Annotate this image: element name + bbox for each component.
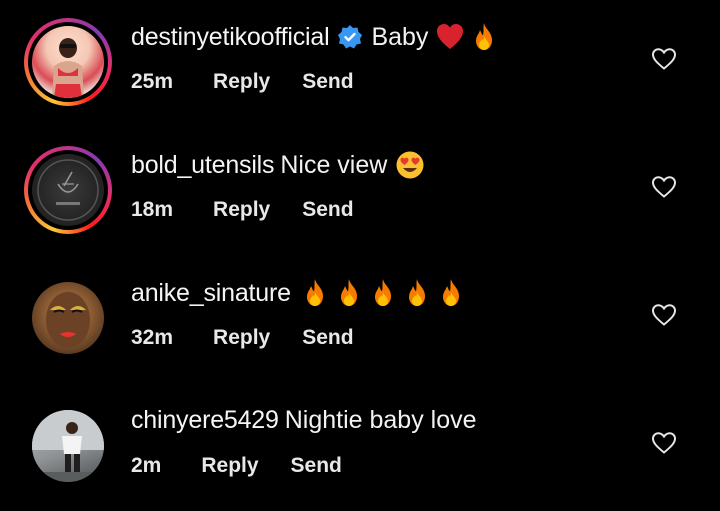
comment-timestamp: 18m [131, 198, 174, 221]
send-button[interactable]: Send [302, 70, 353, 94]
like-heart-icon[interactable] [651, 303, 677, 327]
comment-text: Nightie baby love [284, 406, 477, 434]
comment-text-line: bold_utensils Nice view [131, 150, 425, 180]
reply-button[interactable]: Reply [201, 454, 258, 478]
reply-button[interactable]: Reply [213, 326, 270, 350]
avatar-story-ring[interactable] [24, 18, 112, 106]
comment-text-line: destinyetikoofficial Baby [131, 22, 498, 52]
like-heart-icon[interactable] [651, 175, 677, 199]
comment-timestamp: 2m [131, 454, 162, 477]
heart-eyes-emoji-icon [396, 151, 424, 179]
comment-emojis [301, 278, 465, 308]
send-button[interactable]: Send [291, 454, 342, 478]
comment-meta: 2m Reply Send [131, 454, 342, 478]
send-button[interactable]: Send [302, 326, 353, 350]
comment-text-line: chinyere5429 Nightie baby love [131, 406, 477, 435]
avatar-logo [37, 159, 99, 221]
comment-text: Nice view [280, 150, 388, 179]
comment-username[interactable]: anike_sinature [131, 279, 291, 308]
avatar-wrap[interactable] [24, 274, 112, 362]
fire-emoji-icon [374, 279, 391, 306]
avatar-wrap[interactable] [24, 402, 112, 490]
comment-item: destinyetikoofficial Baby 25m Reply Send [0, 0, 720, 128]
avatar [32, 410, 104, 482]
comment-meta: 25m Reply Send [131, 70, 354, 94]
comment-username[interactable]: chinyere5429 [131, 406, 279, 435]
verified-badge-icon [337, 24, 363, 50]
comment-list: destinyetikoofficial Baby 25m Reply Send… [0, 0, 720, 511]
fire-emoji-icon [340, 279, 357, 306]
comment-meta: 18m Reply Send [131, 198, 354, 222]
avatar-photo [46, 292, 90, 348]
comment-emojis [436, 22, 498, 52]
avatar [32, 154, 104, 226]
avatar-photo [52, 38, 84, 98]
comment-text-line: anike_sinature [131, 278, 465, 308]
comment-username[interactable]: destinyetikoofficial [131, 23, 330, 52]
comment-username[interactable]: bold_utensils [131, 151, 275, 180]
fire-emoji-icon [306, 279, 323, 306]
reply-button[interactable]: Reply [213, 198, 270, 222]
comment-meta: 32m Reply Send [131, 326, 354, 350]
red-heart-emoji-icon [437, 24, 464, 49]
comment-timestamp: 32m [131, 326, 174, 349]
comment-emojis [395, 150, 425, 180]
comment-item: bold_utensils Nice view 18m Reply Send [0, 128, 720, 256]
like-heart-icon[interactable] [651, 431, 677, 455]
avatar-photo [32, 410, 104, 482]
fire-emoji-icon [408, 279, 425, 306]
fire-emoji-icon [476, 23, 493, 50]
comment-item: chinyere5429 Nightie baby love 2m Reply … [0, 384, 720, 511]
comment-timestamp: 25m [131, 70, 174, 93]
comment-text: Baby [371, 22, 429, 51]
fire-emoji-icon [442, 279, 459, 306]
like-heart-icon[interactable] [651, 47, 677, 71]
avatar-story-ring[interactable] [24, 146, 112, 234]
reply-button[interactable]: Reply [213, 70, 270, 94]
avatar [32, 26, 104, 98]
avatar [32, 282, 104, 354]
comment-item: anike_sinature 32m Reply Send [0, 256, 720, 384]
send-button[interactable]: Send [302, 198, 353, 222]
